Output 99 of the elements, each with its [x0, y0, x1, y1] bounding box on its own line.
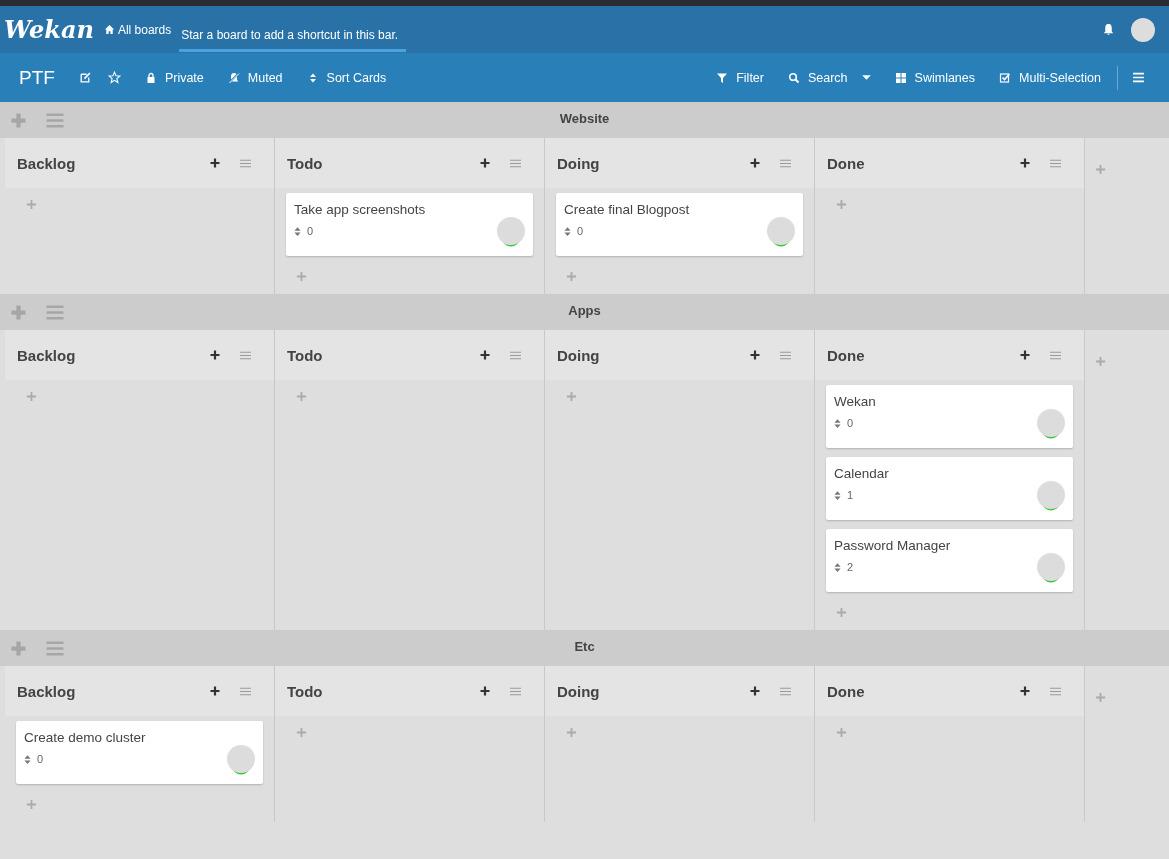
add-card-icon[interactable] — [209, 157, 221, 169]
card-title: Create final Blogpost — [564, 202, 690, 217]
member-avatar — [1037, 409, 1065, 437]
sort-icon — [294, 225, 301, 237]
add-card-icon[interactable] — [1019, 349, 1031, 361]
add-card-icon[interactable] — [749, 685, 761, 697]
edit-icon[interactable] — [78, 71, 92, 84]
add-card-icon[interactable] — [209, 349, 221, 361]
sort-icon — [834, 561, 841, 573]
add-card-icon[interactable] — [749, 349, 761, 361]
star-icon[interactable] — [107, 71, 121, 84]
list-title: Todo — [287, 682, 324, 700]
list-menu-icon[interactable] — [239, 349, 252, 361]
list-menu-icon[interactable] — [239, 157, 252, 169]
swimlanes-view-button[interactable]: Swimlanes — [894, 70, 975, 85]
list-menu-icon[interactable] — [1049, 157, 1062, 169]
sort-icon — [564, 225, 571, 237]
member-avatar — [1037, 481, 1065, 509]
card-title: Password Manager — [834, 538, 951, 553]
member-avatar — [1037, 553, 1065, 581]
private-button[interactable]: Private — [144, 70, 204, 85]
list-title: Doing — [557, 682, 601, 700]
card[interactable]: Calendar 1 — [826, 457, 1073, 520]
home-icon — [103, 24, 115, 35]
add-card-icon[interactable] — [479, 157, 491, 169]
all-boards-link[interactable]: All boards — [103, 22, 172, 37]
list-title: Backlog — [17, 154, 77, 172]
list-menu-icon[interactable] — [239, 685, 252, 697]
card[interactable]: Wekan 0 — [826, 385, 1073, 448]
list-title: Done — [827, 346, 866, 364]
sort-icon — [834, 417, 841, 429]
add-list-icon[interactable] — [1095, 164, 1106, 175]
card[interactable]: Password Manager 2 — [826, 529, 1073, 592]
list-menu-icon[interactable] — [1049, 685, 1062, 697]
card-title: Wekan — [834, 394, 876, 409]
list-title: Done — [827, 682, 866, 700]
member-avatar — [227, 745, 255, 773]
card-title: Create demo cluster — [24, 730, 146, 745]
card[interactable]: Create final Blogpost 0 — [556, 193, 803, 256]
card-count: 0 — [847, 417, 854, 429]
search-icon — [787, 71, 800, 84]
checkbox-icon — [999, 71, 1011, 84]
add-list-icon[interactable] — [1095, 356, 1106, 367]
search-button[interactable]: Search — [787, 70, 848, 85]
list-menu-icon[interactable] — [779, 685, 792, 697]
card-count: 0 — [577, 225, 584, 237]
user-avatar[interactable] — [1131, 17, 1155, 42]
add-list-icon[interactable] — [1095, 692, 1106, 703]
swimlane-title: Apps — [568, 303, 601, 318]
notification-bell-icon[interactable] — [1102, 23, 1115, 36]
list-title: Todo — [287, 346, 324, 364]
logo[interactable]: Wekan — [0, 15, 104, 44]
add-swimlane-icon[interactable] — [10, 639, 27, 657]
muted-bell-icon — [227, 71, 240, 84]
add-card-icon[interactable] — [1019, 685, 1031, 697]
member-avatar — [497, 217, 525, 245]
add-swimlane-icon[interactable] — [10, 303, 27, 321]
list-menu-icon[interactable] — [509, 349, 522, 361]
list-menu-icon[interactable] — [509, 685, 522, 697]
add-swimlane-icon[interactable] — [10, 111, 27, 129]
sort-icon — [834, 489, 841, 501]
sort-icon — [24, 753, 31, 765]
list-menu-icon[interactable] — [779, 349, 792, 361]
multi-selection-button[interactable]: Multi-Selection — [999, 70, 1101, 85]
grid-icon — [894, 71, 907, 84]
menu-icon[interactable] — [1132, 71, 1145, 84]
board-title: PTF — [19, 66, 55, 89]
list-title: Doing — [557, 346, 601, 364]
add-card-icon[interactable] — [479, 685, 491, 697]
list-menu-icon[interactable] — [1049, 349, 1062, 361]
member-avatar — [767, 217, 795, 245]
filter-button[interactable]: Filter — [716, 70, 764, 85]
card-count: 0 — [37, 753, 44, 765]
swimlane-menu-icon[interactable] — [45, 111, 65, 129]
swimlane-title: Etc — [574, 639, 595, 654]
add-card-icon[interactable] — [749, 157, 761, 169]
add-card-icon[interactable] — [1019, 157, 1031, 169]
card[interactable]: Create demo cluster 0 — [16, 721, 263, 784]
muted-button[interactable]: Muted — [227, 70, 283, 85]
list-title: Todo — [287, 154, 324, 172]
filter-icon — [716, 71, 729, 84]
add-card-icon[interactable] — [479, 349, 491, 361]
list-title: Backlog — [17, 346, 77, 364]
list-menu-icon[interactable] — [509, 157, 522, 169]
swimlane-title: Website — [559, 111, 610, 126]
list-title: Backlog — [17, 682, 77, 700]
card-title: Take app screenshots — [294, 202, 426, 217]
list-title: Doing — [557, 154, 601, 172]
swimlane-menu-icon[interactable] — [45, 639, 65, 657]
card-count: 1 — [847, 489, 854, 501]
card[interactable]: Take app screenshots 0 — [286, 193, 533, 256]
list-title: Done — [827, 154, 866, 172]
card-count: 2 — [847, 561, 854, 573]
card-count: 0 — [307, 225, 314, 237]
add-card-icon[interactable] — [209, 685, 221, 697]
list-menu-icon[interactable] — [779, 157, 792, 169]
card-title: Calendar — [834, 466, 889, 481]
swimlane-menu-icon[interactable] — [45, 303, 65, 321]
sort-cards-button[interactable]: Sort Cards — [306, 70, 387, 85]
